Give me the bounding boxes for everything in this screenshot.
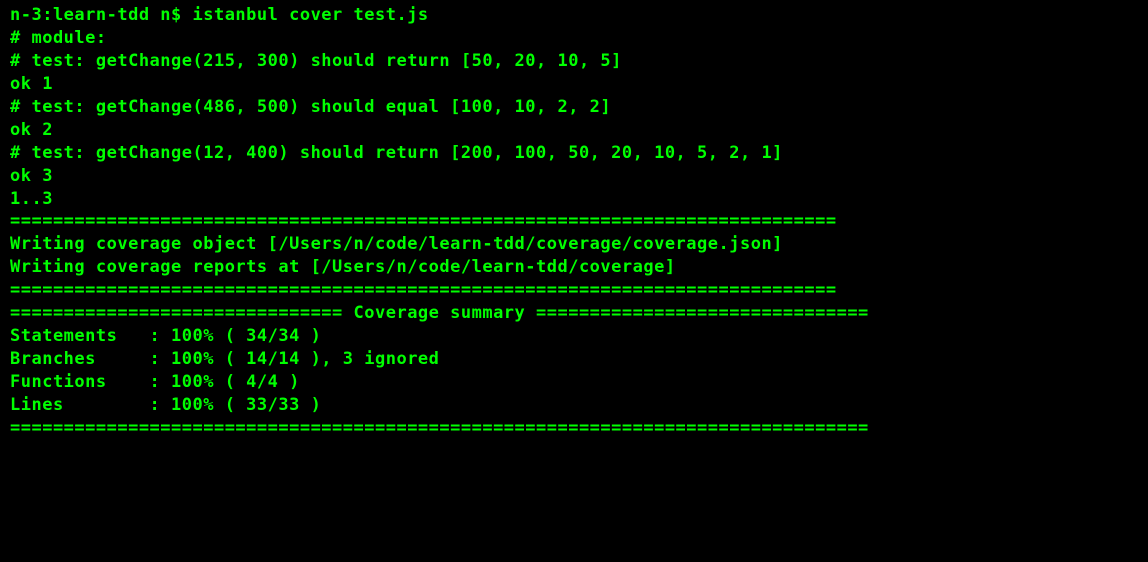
test-result-3: ok 3	[10, 165, 1138, 188]
divider-2: ========================================…	[10, 279, 1138, 302]
divider-1: ========================================…	[10, 210, 1138, 233]
test-description-1: # test: getChange(215, 300) should retur…	[10, 50, 1138, 73]
test-range: 1..3	[10, 188, 1138, 211]
functions-coverage: Functions : 100% ( 4/4 )	[10, 371, 1138, 394]
divider-3: ========================================…	[10, 417, 1138, 440]
test-result-1: ok 1	[10, 73, 1138, 96]
writing-coverage-object: Writing coverage object [/Users/n/code/l…	[10, 233, 1138, 256]
test-description-2: # test: getChange(486, 500) should equal…	[10, 96, 1138, 119]
test-description-3: # test: getChange(12, 400) should return…	[10, 142, 1138, 165]
statements-coverage: Statements : 100% ( 34/34 )	[10, 325, 1138, 348]
test-result-2: ok 2	[10, 119, 1138, 142]
lines-coverage: Lines : 100% ( 33/33 )	[10, 394, 1138, 417]
module-header: # module:	[10, 27, 1138, 50]
coverage-summary-header: =============================== Coverage…	[10, 302, 1138, 325]
writing-coverage-reports: Writing coverage reports at [/Users/n/co…	[10, 256, 1138, 279]
branches-coverage: Branches : 100% ( 14/14 ), 3 ignored	[10, 348, 1138, 371]
terminal-prompt-line: n-3:learn-tdd n$ istanbul cover test.js	[10, 4, 1138, 27]
